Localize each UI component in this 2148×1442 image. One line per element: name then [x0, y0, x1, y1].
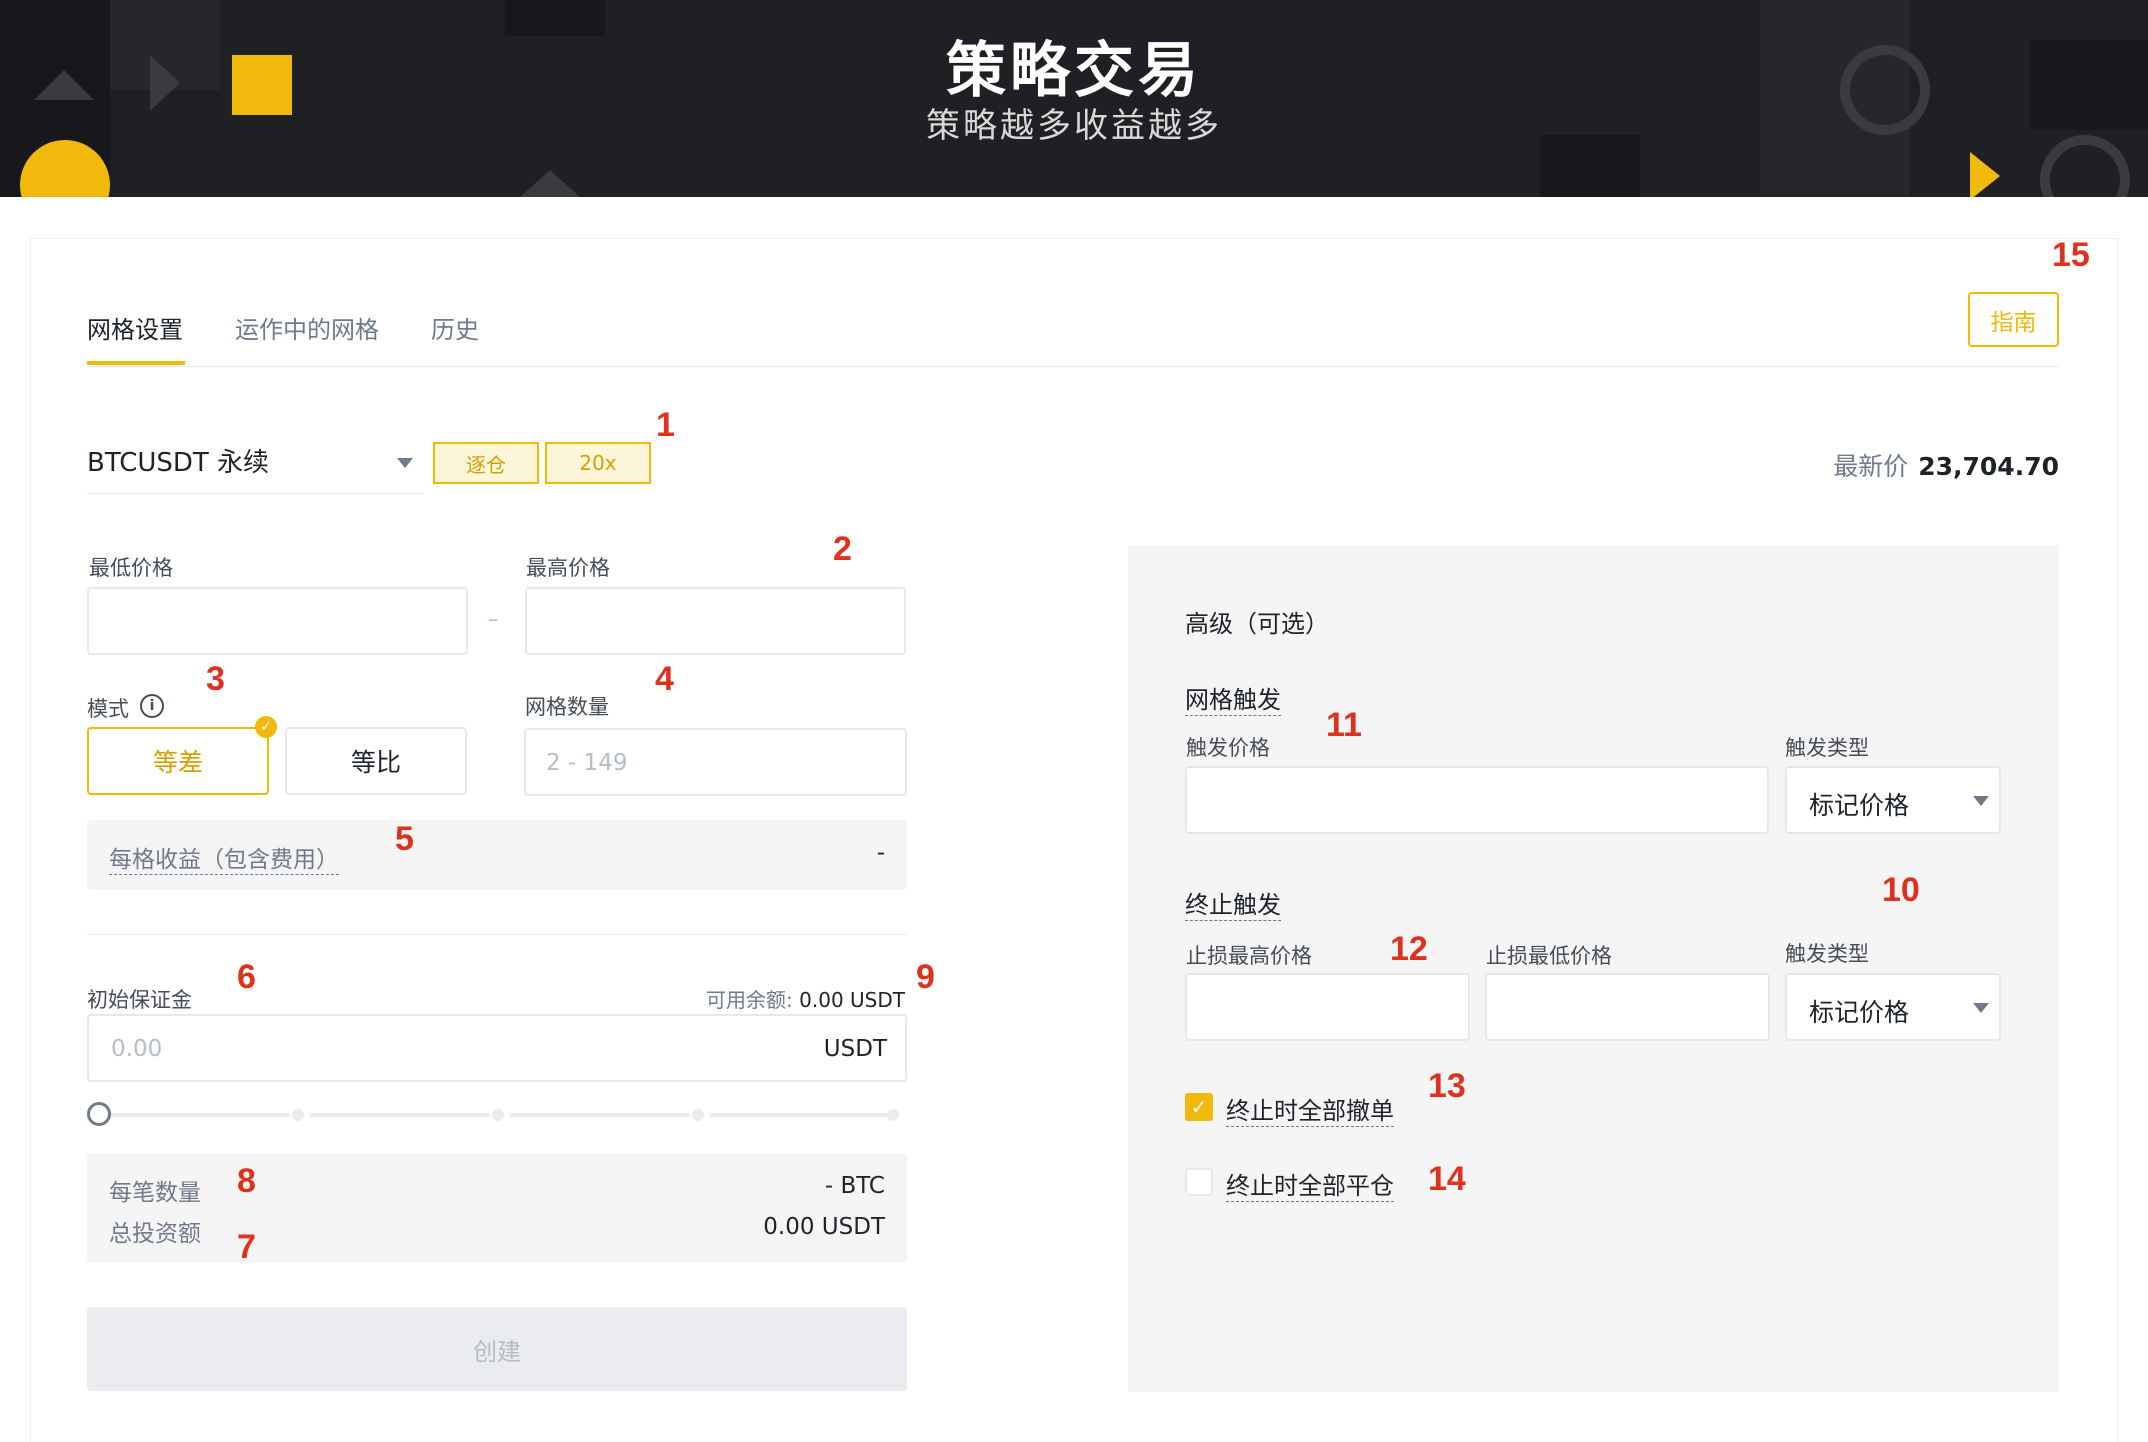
active-tab-indicator [87, 361, 185, 365]
chevron-down-icon [1973, 1003, 1989, 1013]
info-icon[interactable]: i [140, 694, 164, 718]
advanced-title: 高级（可选） [1185, 610, 1329, 638]
grid-trigger-type-select[interactable]: 标记价格 [1785, 766, 2001, 834]
grid-count-input[interactable]: 2 - 149 [524, 728, 907, 796]
callout-11: 11 [1326, 706, 1362, 744]
slider-dot-75[interactable] [692, 1109, 704, 1121]
section-divider [87, 934, 907, 935]
range-separator: – [488, 607, 499, 631]
symbol-select[interactable]: BTCUSDT 永续 [87, 428, 423, 494]
slider-segment [710, 1113, 890, 1117]
initial-margin-placeholder: 0.00 [111, 1036, 163, 1062]
cancel-all-label[interactable]: 终止时全部撤单 [1226, 1091, 1394, 1127]
initial-margin-unit: USDT [823, 1036, 887, 1062]
slider-dot-50[interactable] [492, 1109, 504, 1121]
tab-grid-settings[interactable]: 网格设置 [87, 310, 183, 345]
callout-15: 15 [2052, 236, 2090, 274]
profit-per-grid-box: 每格收益（包含费用） - [87, 820, 907, 890]
latest-price: 最新价 23,704.70 [1833, 447, 2059, 483]
trigger-price-label: 触发价格 [1186, 736, 1270, 760]
stop-high-input[interactable] [1185, 973, 1470, 1041]
callout-3: 3 [206, 660, 225, 698]
total-investment-label: 总投资额 [109, 1221, 201, 1247]
banner-title: 策略交易 [946, 36, 1202, 106]
mode-arithmetic-button[interactable]: 等差 [87, 727, 269, 795]
qty-per-order-value: - BTC [824, 1173, 885, 1199]
initial-margin-label: 初始保证金 [87, 988, 192, 1012]
stop-low-label: 止损最低价格 [1486, 944, 1612, 968]
qty-per-order-label: 每笔数量 [109, 1180, 201, 1206]
grid-trigger-heading: 网格触发 [1185, 680, 1281, 716]
margin-mode-badge[interactable]: 逐仓 [433, 442, 539, 484]
leverage-badge[interactable]: 20x [545, 442, 651, 484]
callout-10: 10 [1882, 871, 1920, 909]
available-balance-label: 可用余额: [706, 988, 793, 1012]
stop-trigger-heading: 终止触发 [1185, 885, 1281, 921]
min-price-label: 最低价格 [89, 556, 173, 580]
tab-divider [87, 366, 2059, 367]
order-summary-box: 每笔数量 - BTC 总投资额 0.00 USDT [87, 1153, 907, 1263]
slider-segment [310, 1113, 490, 1117]
grid-count-label: 网格数量 [525, 695, 609, 719]
profit-per-grid-label: 每格收益（包含费用） [109, 840, 339, 875]
triangle-decoration-icon [520, 170, 580, 197]
margin-slider[interactable] [100, 1109, 899, 1121]
close-all-label[interactable]: 终止时全部平仓 [1226, 1166, 1394, 1202]
callout-4: 4 [655, 660, 674, 698]
latest-price-value: 23,704.70 [1918, 452, 2059, 481]
tab-running-grids[interactable]: 运作中的网格 [235, 310, 379, 345]
cancel-all-checkbox[interactable]: ✓ [1185, 1093, 1213, 1121]
callout-14: 14 [1428, 1160, 1466, 1198]
min-price-input[interactable] [87, 587, 468, 655]
symbol-name: BTCUSDT 永续 [87, 448, 270, 478]
slider-dot-100[interactable] [887, 1109, 899, 1121]
triangle-decoration-icon [1970, 152, 2000, 197]
total-investment-value: 0.00 USDT [763, 1214, 885, 1240]
stop-trigger-type-select[interactable]: 标记价格 [1785, 973, 2001, 1041]
callout-8: 8 [237, 1162, 256, 1200]
close-all-checkbox[interactable] [1185, 1168, 1213, 1196]
max-price-label: 最高价格 [526, 556, 610, 580]
create-button[interactable]: 创建 [87, 1307, 907, 1391]
available-balance-value: 0.00 USDT [799, 988, 905, 1012]
slider-segment [110, 1113, 290, 1117]
slider-segment [510, 1113, 690, 1117]
grid-trigger-type-label: 触发类型 [1785, 736, 1869, 760]
stop-trigger-type-value: 标记价格 [1809, 998, 1910, 1027]
stop-high-label: 止损最高价格 [1186, 944, 1312, 968]
grid-trigger-type-value: 标记价格 [1809, 791, 1910, 820]
chevron-down-icon [397, 458, 413, 468]
max-price-input[interactable] [525, 587, 906, 655]
stop-trigger-type-label: 触发类型 [1785, 942, 1869, 966]
callout-7: 7 [237, 1228, 256, 1266]
banner: 策略交易 策略越多收益越多 [0, 0, 2148, 197]
callout-9: 9 [916, 958, 935, 996]
callout-12: 12 [1390, 930, 1428, 968]
guide-button[interactable]: 指南 [1968, 292, 2059, 347]
trigger-price-input[interactable] [1185, 766, 1769, 834]
slider-dot-25[interactable] [292, 1109, 304, 1121]
callout-13: 13 [1428, 1067, 1466, 1105]
mode-geometric-button[interactable]: 等比 [285, 727, 467, 795]
selected-check-icon: ✓ [255, 716, 277, 738]
latest-price-label: 最新价 [1833, 452, 1909, 481]
tab-history[interactable]: 历史 [431, 310, 479, 345]
available-balance: 可用余额: 0.00 USDT [706, 984, 905, 1013]
initial-margin-input[interactable]: 0.00 USDT [87, 1014, 907, 1082]
grid-count-placeholder: 2 - 149 [546, 750, 628, 776]
slider-handle[interactable] [87, 1102, 111, 1126]
stop-low-input[interactable] [1485, 973, 1770, 1041]
callout-2: 2 [833, 530, 852, 568]
callout-5: 5 [395, 820, 414, 858]
profit-per-grid-value: - [876, 840, 885, 866]
callout-1: 1 [656, 406, 675, 444]
chevron-down-icon [1973, 796, 1989, 806]
mode-label: 模式 [87, 697, 129, 721]
callout-6: 6 [237, 958, 256, 996]
banner-subtitle: 策略越多收益越多 [926, 106, 1222, 146]
